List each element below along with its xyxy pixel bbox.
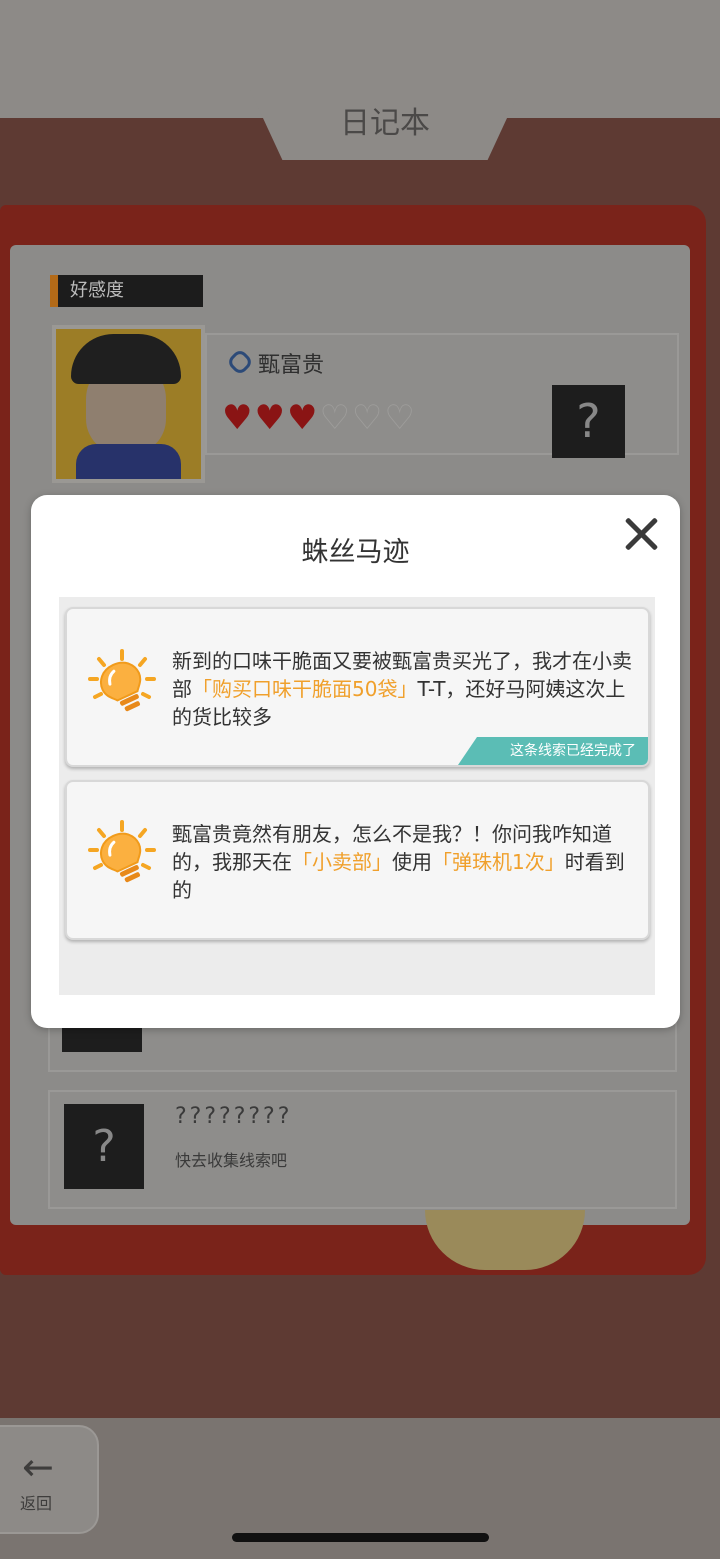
clue-highlight: 「小卖部」 (292, 850, 392, 874)
character-name: 甄富贵 (258, 353, 325, 378)
collect-hint: 快去收集线索吧 (175, 1151, 288, 1170)
affection-hearts: ♥♥♥♡♡♡ (222, 398, 417, 438)
home-indicator[interactable] (232, 1533, 489, 1542)
avatar-hair (71, 334, 181, 384)
clue-dialog: 蛛丝马迹 新到的口味干脆面又要被甄富贵买光了，我才在小卖部「购买口味干脆面50袋… (31, 495, 680, 1028)
clue-complete-badge: 这条线索已经完成了 (458, 737, 648, 765)
hidden-name: ???????? (175, 1104, 293, 1129)
clue-status: 这条线索已经完成了 (510, 743, 636, 759)
clue-card[interactable]: 甄富贵竟然有朋友，怎么不是我？！你问我咋知道的，我那天在「小卖部」使用「弹珠机1… (65, 780, 650, 940)
clue-highlight: 「购买口味干脆面50袋」 (192, 677, 418, 701)
clue-text: 新到的口味干脆面又要被甄富贵买光了，我才在小卖部「购买口味干脆面50袋」T-T，… (172, 647, 642, 731)
character-avatar[interactable] (52, 325, 205, 483)
clue-card[interactable]: 新到的口味干脆面又要被甄富贵买光了，我才在小卖部「购买口味干脆面50袋」T-T，… (65, 607, 650, 767)
locked-avatar: ? (64, 1104, 144, 1189)
dialog-title: 蛛丝马迹 (301, 537, 410, 568)
locked-reward-box[interactable]: ? (552, 385, 625, 458)
affection-tag-label: 好感度 (70, 280, 124, 301)
hearts-full: ♥♥♥ (222, 398, 320, 438)
avatar-shirt (76, 444, 181, 479)
back-arrow-icon: ← (22, 1445, 54, 1489)
back-label: 返回 (20, 1494, 53, 1513)
close-icon[interactable] (621, 513, 661, 553)
clue-text: 甄富贵竟然有朋友，怎么不是我？！你问我咋知道的，我那天在「小卖部」使用「弹珠机1… (172, 820, 642, 904)
clue-text-part: 使用 (392, 850, 432, 874)
affection-tag: 好感度 (50, 275, 203, 307)
locked-character-row[interactable]: ? ???????? 快去收集线索吧 (48, 1090, 677, 1209)
lightbulb-icon (88, 820, 156, 883)
lightbulb-icon (88, 649, 156, 712)
notebook-title: 日记本 (340, 106, 430, 141)
hearts-empty: ♡♡♡ (319, 398, 417, 438)
clue-highlight: 「弹珠机1次」 (432, 850, 565, 874)
